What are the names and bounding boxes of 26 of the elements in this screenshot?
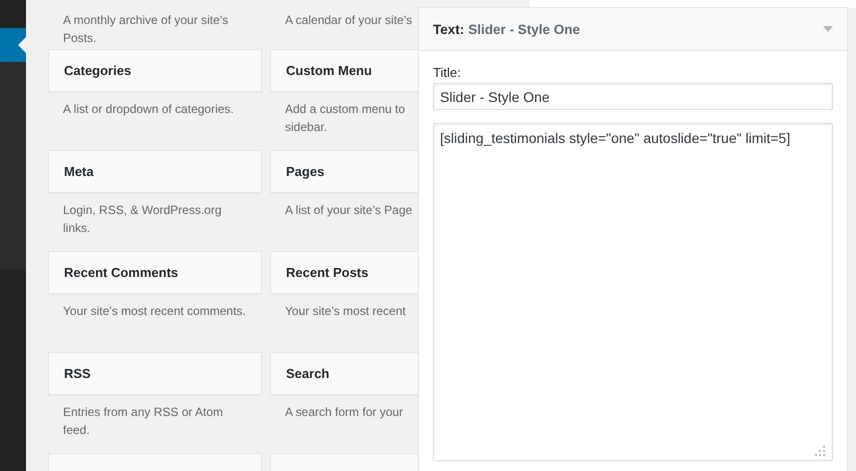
caret-icon[interactable] xyxy=(823,26,833,32)
widget-description: A calendar of your site’s xyxy=(284,12,414,29)
content-textarea[interactable]: [sliding_testimonials style="one" autoslide="true" limit=5] xyxy=(433,123,833,461)
widget-description: A monthly archive of your site’s Posts. xyxy=(62,12,230,47)
widget-name: Slider - Style One xyxy=(468,22,582,36)
widget-card[interactable]: Meta xyxy=(48,150,262,193)
widget-description: Your site’s most recent comments. xyxy=(62,303,247,320)
widget-description: Entries from any RSS or Atom feed. xyxy=(62,404,224,439)
widget-description: A list or dropdown of categories. xyxy=(62,101,235,118)
title-label: Title: xyxy=(433,65,462,80)
widget-card[interactable]: RSS xyxy=(48,352,262,395)
resize-grip-icon[interactable] xyxy=(815,446,825,456)
widget-card[interactable]: Categories xyxy=(48,49,262,92)
active-menu-item[interactable] xyxy=(0,28,26,62)
widget-card[interactable]: Custom Menu xyxy=(270,49,418,92)
widget-card[interactable]: Recent Comments xyxy=(48,251,262,294)
title-input-field[interactable]: Slider - Style One xyxy=(433,83,833,110)
widget-card[interactable]: Search xyxy=(270,352,418,395)
widget-description: Add a custom menu to sidebar. xyxy=(284,101,406,136)
widget-description: A list of your site’s Page xyxy=(284,202,414,219)
widget-description: Login, RSS, & WordPress.org links. xyxy=(62,202,223,237)
widget-description: A search form for your xyxy=(284,404,404,421)
widget-description: Your site’s most recent xyxy=(284,303,407,320)
widget-card[interactable]: Pages xyxy=(270,150,418,193)
widget-type-label: Text: xyxy=(433,22,464,36)
widget-card[interactable]: Recent Posts xyxy=(270,251,418,294)
